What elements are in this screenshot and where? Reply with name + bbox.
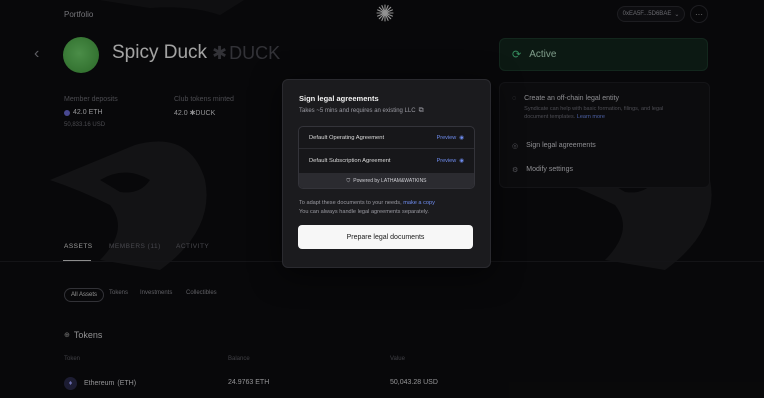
document-name: Default Operating Agreement	[309, 134, 385, 141]
preview-label: Preview	[436, 158, 457, 164]
preview-label: Preview	[436, 134, 457, 141]
document-row-operating: Default Operating Agreement Preview ◉	[299, 127, 474, 149]
preview-button[interactable]: Preview ◉	[437, 158, 464, 164]
powered-by-text: Powered by LATHAM&WATKINS	[353, 177, 427, 184]
note-line2: You can always handle legal agreements s…	[299, 209, 429, 215]
preview-button[interactable]: Preview ◉	[437, 135, 464, 141]
modal-note: To adapt these documents to your needs, …	[299, 199, 435, 217]
sign-legal-modal: Sign legal agreements Takes ~5 mins and …	[282, 79, 491, 268]
modal-title: Sign legal agreements	[299, 94, 379, 103]
shield-icon: ⛉	[346, 177, 351, 184]
external-link-icon[interactable]: ⧉	[419, 107, 424, 115]
document-list: Default Operating Agreement Preview ◉ De…	[298, 126, 475, 189]
document-name: Default Subscription Agreement	[309, 158, 391, 164]
eye-icon: ◉	[459, 134, 464, 141]
note-prefix: To adapt these documents to your needs,	[299, 200, 402, 206]
document-row-subscription: Default Subscription Agreement Preview ◉	[299, 150, 474, 172]
modal-subtitle: Takes ~5 mins and requires an existing L…	[299, 107, 424, 115]
make-copy-link[interactable]: make a copy	[403, 200, 435, 206]
powered-by-banner: ⛉ Powered by LATHAM&WATKINS	[299, 173, 474, 188]
prepare-documents-button[interactable]: Prepare legal documents	[298, 225, 473, 249]
modal-subtitle-text: Takes ~5 mins and requires an existing L…	[299, 108, 416, 114]
eye-icon: ◉	[459, 158, 464, 164]
